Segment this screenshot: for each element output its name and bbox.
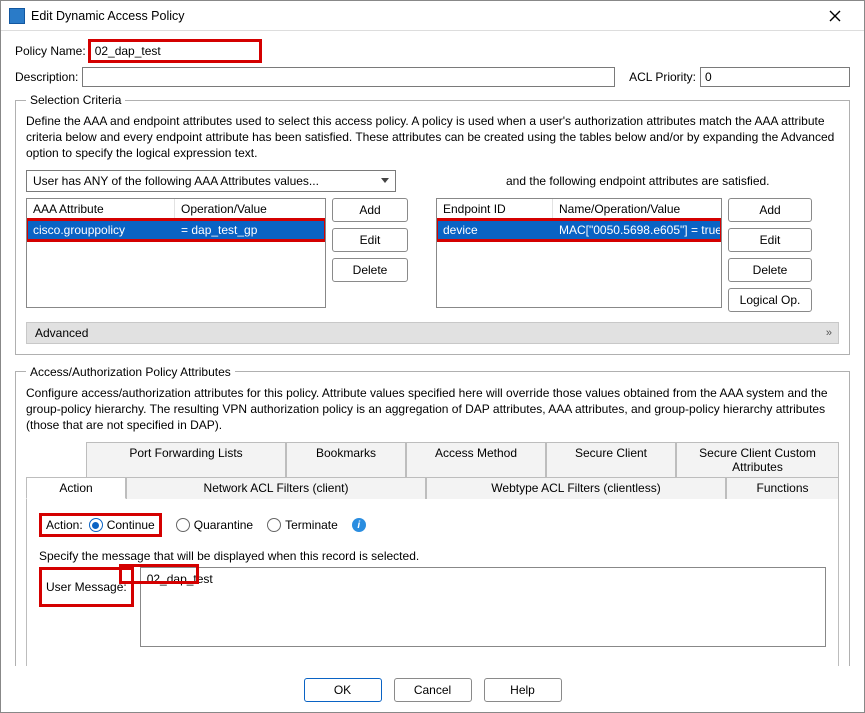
radio-quarantine[interactable]: Quarantine xyxy=(176,518,253,532)
titlebar: Edit Dynamic Access Policy xyxy=(1,1,864,31)
aaa-table[interactable]: AAA Attribute Operation/Value cisco.grou… xyxy=(26,198,326,308)
tabs-row-front: Action Network ACL Filters (client) Webt… xyxy=(26,476,839,498)
tables-row: AAA Attribute Operation/Value cisco.grou… xyxy=(26,198,839,312)
aaa-col-attribute: AAA Attribute xyxy=(27,199,175,219)
endpoint-col-opval: Name/Operation/Value xyxy=(553,199,721,219)
advanced-label: Advanced xyxy=(35,326,88,340)
tab-access-method[interactable]: Access Method xyxy=(406,442,546,477)
endpoint-edit-button[interactable]: Edit xyxy=(728,228,812,252)
policy-name-row: Policy Name: xyxy=(15,41,850,61)
tab-secure-client[interactable]: Secure Client xyxy=(546,442,676,477)
endpoint-table[interactable]: Endpoint ID Name/Operation/Value device … xyxy=(436,198,722,308)
radio-terminate[interactable]: Terminate xyxy=(267,518,338,532)
aaa-add-button[interactable]: Add xyxy=(332,198,408,222)
tab-network-acl[interactable]: Network ACL Filters (client) xyxy=(126,477,426,499)
dialog-window: Edit Dynamic Access Policy Policy Name: … xyxy=(0,0,865,713)
endpoint-table-head: Endpoint ID Name/Operation/Value xyxy=(437,199,721,220)
action-radio-row: Action: Continue Quarantine xyxy=(39,513,826,537)
selection-intro: Define the AAA and endpoint attributes u… xyxy=(26,113,839,162)
user-message-textarea[interactable] xyxy=(140,567,826,647)
policy-attrs-intro: Configure access/authorization attribute… xyxy=(26,385,839,434)
action-label: Action: xyxy=(46,518,83,532)
policy-attrs-group: Access/Authorization Policy Attributes C… xyxy=(15,365,850,666)
tab-webtype-acl[interactable]: Webtype ACL Filters (clientless) xyxy=(426,477,726,499)
endpoint-table-body: device MAC["0050.5698.e605"] = true xyxy=(437,220,721,307)
close-button[interactable] xyxy=(814,2,856,30)
user-message-prompt: Specify the message that will be display… xyxy=(39,549,826,563)
aaa-edit-button[interactable]: Edit xyxy=(332,228,408,252)
dialog-footer: OK Cancel Help xyxy=(1,666,864,712)
tab-functions[interactable]: Functions xyxy=(726,477,839,499)
selection-criteria-legend: Selection Criteria xyxy=(26,93,125,107)
endpoint-row-id: device xyxy=(437,220,553,240)
endpoint-add-button[interactable]: Add xyxy=(728,198,812,222)
aaa-match-dropdown[interactable]: User has ANY of the following AAA Attrib… xyxy=(26,170,396,192)
user-message-label: User Message: xyxy=(46,580,127,594)
chevron-down-icon xyxy=(381,178,389,183)
advanced-expander[interactable]: Advanced » xyxy=(26,322,839,344)
tab-bookmarks[interactable]: Bookmarks xyxy=(286,442,406,477)
endpoint-button-column: Add Edit Delete Logical Op. xyxy=(728,198,812,312)
endpoint-col-id: Endpoint ID xyxy=(437,199,553,219)
tab-secure-client-custom[interactable]: Secure Client Custom Attributes xyxy=(676,442,839,477)
aaa-table-body: cisco.grouppolicy = dap_test_gp xyxy=(27,220,325,307)
aaa-button-column: Add Edit Delete xyxy=(332,198,408,312)
criteria-header-row: User has ANY of the following AAA Attrib… xyxy=(26,170,839,192)
endpoint-note: and the following endpoint attributes ar… xyxy=(506,174,770,188)
app-icon xyxy=(9,8,25,24)
window-title: Edit Dynamic Access Policy xyxy=(31,9,814,23)
description-row: Description: ACL Priority: xyxy=(15,67,850,87)
cancel-button[interactable]: Cancel xyxy=(394,678,472,702)
radio-terminate-label: Terminate xyxy=(285,518,338,532)
tabs-row-back: Port Forwarding Lists Bookmarks Access M… xyxy=(26,441,839,476)
endpoint-logical-button[interactable]: Logical Op. xyxy=(728,288,812,312)
ok-button[interactable]: OK xyxy=(304,678,382,702)
action-highlight: Action: Continue xyxy=(39,513,162,537)
selection-criteria-group: Selection Criteria Define the AAA and en… xyxy=(15,93,850,355)
aaa-row-val: = dap_test_gp xyxy=(175,220,325,240)
tab-body-action: Action: Continue Quarantine xyxy=(26,498,839,666)
aaa-table-row[interactable]: cisco.grouppolicy = dap_test_gp xyxy=(27,220,325,240)
acl-priority-input[interactable] xyxy=(700,67,850,87)
aaa-col-opval: Operation/Value xyxy=(175,199,325,219)
policy-name-label: Policy Name: xyxy=(15,44,86,58)
aaa-row-attr: cisco.grouppolicy xyxy=(27,220,175,240)
tab-port-forwarding[interactable]: Port Forwarding Lists xyxy=(86,442,286,477)
user-message-row: User Message: xyxy=(39,567,826,647)
radio-continue[interactable]: Continue xyxy=(89,518,155,532)
endpoint-block: Endpoint ID Name/Operation/Value device … xyxy=(436,198,812,312)
endpoint-row-val: MAC["0050.5698.e605"] = true xyxy=(553,220,721,240)
tab-action[interactable]: Action xyxy=(26,477,126,499)
aaa-table-head: AAA Attribute Operation/Value xyxy=(27,199,325,220)
aaa-delete-button[interactable]: Delete xyxy=(332,258,408,282)
close-icon xyxy=(829,10,841,22)
user-message-label-box: User Message: xyxy=(39,567,134,607)
double-chevron-down-icon: » xyxy=(826,327,830,339)
aaa-match-dropdown-text: User has ANY of the following AAA Attrib… xyxy=(33,174,319,188)
radio-circle-icon xyxy=(267,518,281,532)
policy-name-input[interactable] xyxy=(90,41,260,61)
acl-priority-label: ACL Priority: xyxy=(629,70,696,84)
description-input[interactable] xyxy=(82,67,615,87)
help-button[interactable]: Help xyxy=(484,678,562,702)
radio-quarantine-label: Quarantine xyxy=(194,518,253,532)
radio-circle-icon xyxy=(89,518,103,532)
tabs-container: Port Forwarding Lists Bookmarks Access M… xyxy=(26,441,839,666)
content-area: Policy Name: Description: ACL Priority: … xyxy=(1,31,864,666)
radio-continue-label: Continue xyxy=(107,518,155,532)
aaa-block: AAA Attribute Operation/Value cisco.grou… xyxy=(26,198,408,312)
radio-circle-icon xyxy=(176,518,190,532)
policy-attrs-legend: Access/Authorization Policy Attributes xyxy=(26,365,235,379)
info-icon[interactable]: i xyxy=(352,518,366,532)
description-label: Description: xyxy=(15,70,78,84)
endpoint-delete-button[interactable]: Delete xyxy=(728,258,812,282)
endpoint-table-row[interactable]: device MAC["0050.5698.e605"] = true xyxy=(437,220,721,240)
